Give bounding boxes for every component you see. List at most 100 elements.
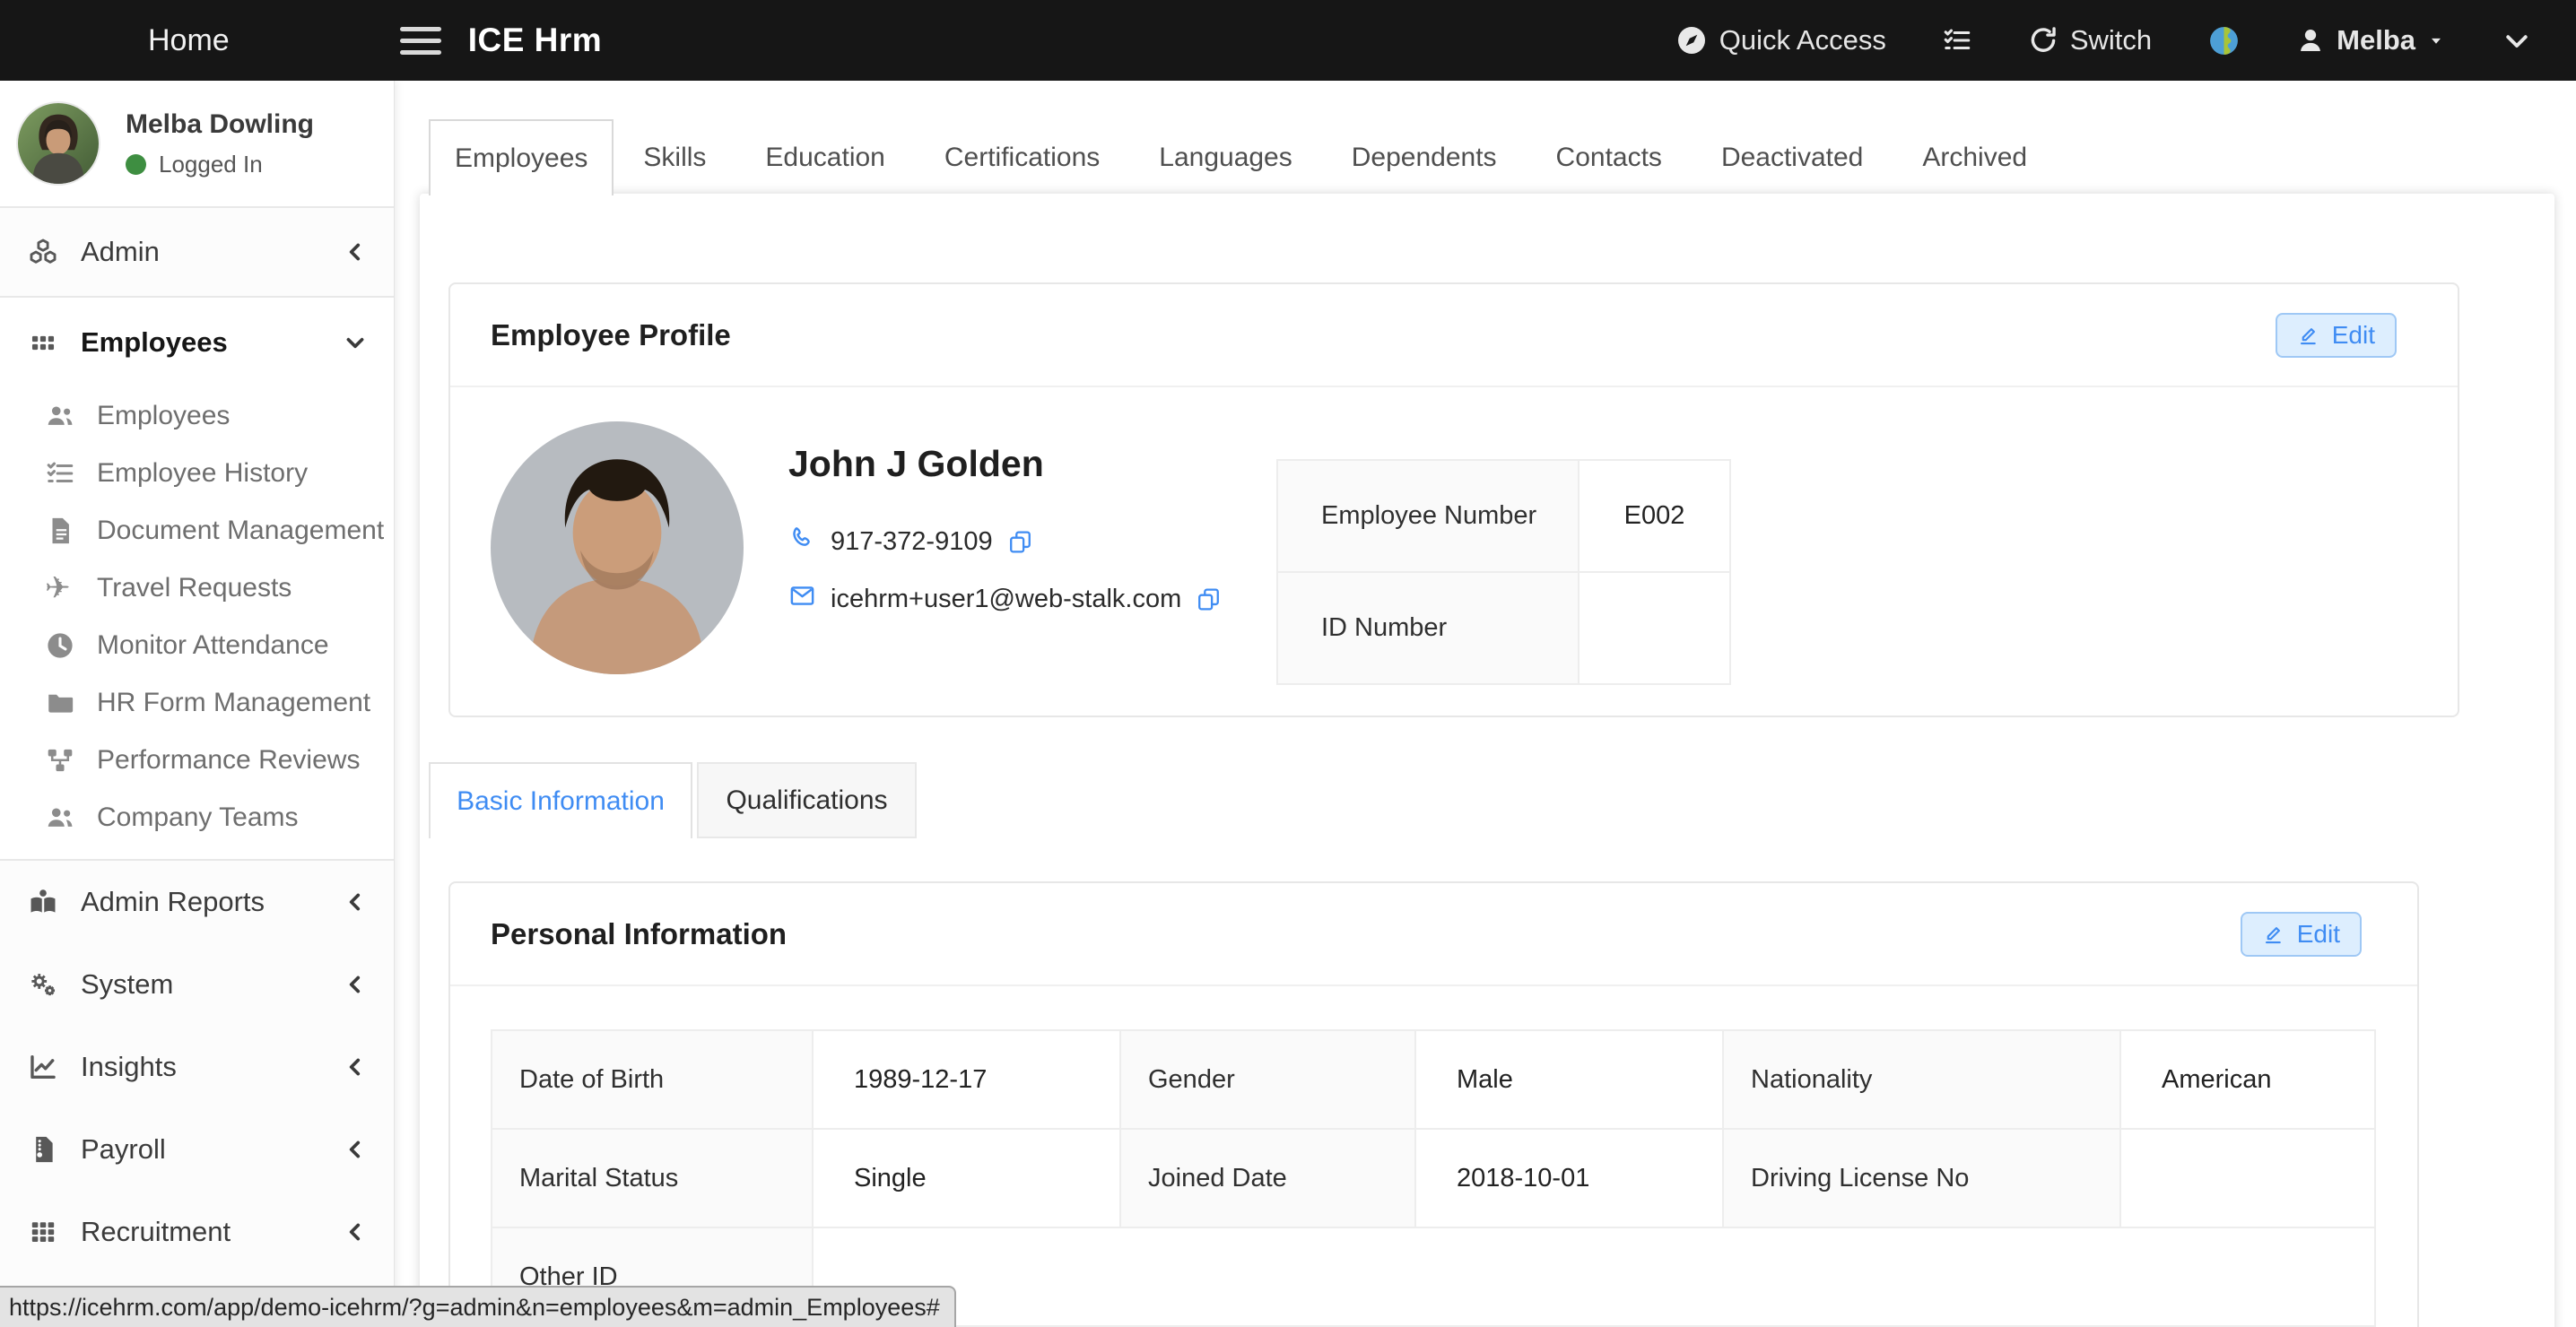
sidebar-item-employees[interactable]: Employees xyxy=(0,387,394,445)
list-check-icon xyxy=(1942,25,1972,56)
grid9-icon xyxy=(25,1217,61,1247)
user-menu[interactable]: Melba xyxy=(2296,24,2445,56)
field-label: Nationality xyxy=(1723,1030,2120,1129)
subtab-basic-information[interactable]: Basic Information xyxy=(429,762,692,838)
chevron-down-icon xyxy=(344,331,367,354)
sidebar-item-monitor-attendance[interactable]: Monitor Attendance xyxy=(0,617,394,674)
chart-line-icon xyxy=(25,1052,61,1082)
phone-row: 917-372-9109 xyxy=(788,525,1222,559)
sidebar-item-label: Employees xyxy=(97,401,230,431)
list-check-icon xyxy=(45,458,84,489)
field-label: Driving License No xyxy=(1723,1129,2120,1227)
field-label: Date of Birth xyxy=(492,1030,813,1129)
sidebar-item-label: Monitor Attendance xyxy=(97,630,329,661)
detail-subtabs: Basic Information Qualifications xyxy=(429,762,917,838)
copy-icon[interactable] xyxy=(1196,586,1222,612)
sidebar-group-system[interactable]: System xyxy=(0,943,394,1026)
field-label: ID Number xyxy=(1277,572,1579,684)
sidebar-item-employee-history[interactable]: Employee History xyxy=(0,445,394,502)
chevron-left-icon xyxy=(344,890,367,914)
sidebar: Melba Dowling Logged In Admin xyxy=(0,81,395,1327)
tab-archived[interactable]: Archived xyxy=(1893,119,2057,195)
sidebar-item-label: Employee History xyxy=(97,458,308,489)
chevron-down-icon xyxy=(2501,24,2533,56)
person-icon xyxy=(2296,26,2325,55)
logged-in-label: Logged In xyxy=(159,151,263,178)
tab-certifications[interactable]: Certifications xyxy=(915,119,1129,195)
sidebar-item-company-teams[interactable]: Company Teams xyxy=(0,789,394,846)
switch-label: Switch xyxy=(2070,24,2152,56)
logged-in-status-dot xyxy=(126,154,146,175)
sidebar-item-label: Company Teams xyxy=(97,802,299,833)
tab-skills[interactable]: Skills xyxy=(614,119,735,195)
user-label: Melba xyxy=(2337,24,2415,56)
rotate-icon xyxy=(2028,25,2058,56)
personal-information-title: Personal Information xyxy=(491,917,787,951)
edit-personal-information-button[interactable]: Edit xyxy=(2241,912,2362,957)
field-value xyxy=(813,1227,2375,1326)
tab-contacts[interactable]: Contacts xyxy=(1527,119,1692,195)
sidebar-group-insights[interactable]: Insights xyxy=(0,1026,394,1108)
personal-information-card: Personal Information Edit Date of Birth … xyxy=(448,881,2419,1327)
sidebar-item-travel-requests[interactable]: ✈ Travel Requests xyxy=(0,559,394,617)
table-row: Employee Number E002 xyxy=(1277,460,1730,572)
menu-icon[interactable] xyxy=(400,27,441,55)
table-row: Date of Birth 1989-12-17 Gender Male Nat… xyxy=(492,1030,2375,1129)
pen-icon xyxy=(2297,323,2321,347)
clock-icon xyxy=(45,630,84,661)
sidebar-group-employees-header[interactable]: Employees xyxy=(0,298,394,387)
field-label: Joined Date xyxy=(1120,1129,1415,1227)
sidebar-group-label: Admin xyxy=(81,236,160,268)
tab-languages[interactable]: Languages xyxy=(1129,119,1321,195)
topbar-actions: Quick Access Switch xyxy=(1675,24,2533,57)
document-icon xyxy=(45,516,84,546)
tab-dependents[interactable]: Dependents xyxy=(1322,119,1527,195)
tab-education[interactable]: Education xyxy=(735,119,914,195)
payroll-file-icon xyxy=(25,1134,61,1165)
personal-information-table: Date of Birth 1989-12-17 Gender Male Nat… xyxy=(491,1029,2376,1327)
employee-profile-title: Employee Profile xyxy=(491,318,731,352)
puzzle-icon xyxy=(2207,24,2241,57)
field-value: 1989-12-17 xyxy=(813,1030,1120,1129)
sidebar-group-admin-reports[interactable]: Admin Reports xyxy=(0,861,394,943)
edit-profile-button[interactable]: Edit xyxy=(2276,313,2397,358)
chevron-left-icon xyxy=(344,1220,367,1244)
field-value: 2018-10-01 xyxy=(1415,1129,1723,1227)
field-label: Gender xyxy=(1120,1030,1415,1129)
sidebar-group-label: Recruitment xyxy=(81,1216,231,1248)
sidebar-group-employees: Employees Employees Employee History Doc… xyxy=(0,296,394,861)
sidebar-group-admin[interactable]: Admin xyxy=(0,206,394,296)
employee-profile-card: Employee Profile Edit John J Golden xyxy=(448,282,2459,717)
sidebar-item-document-management[interactable]: Document Management xyxy=(0,502,394,559)
browser-status-url: https://icehrm.com/app/demo-icehrm/?g=ad… xyxy=(0,1286,956,1327)
quick-access-button[interactable]: Quick Access xyxy=(1675,24,1886,56)
topbar: Home ICE Hrm Quick Access Switch xyxy=(0,0,2576,81)
avatar xyxy=(16,101,100,186)
sidebar-user-card: Melba Dowling Logged In xyxy=(0,81,394,206)
home-link[interactable]: Home xyxy=(148,23,230,58)
tab-employees[interactable]: Employees xyxy=(429,119,614,195)
collapse-bar-button[interactable] xyxy=(2501,24,2533,56)
language-button[interactable] xyxy=(2207,24,2241,57)
employee-phone[interactable]: 917-372-9109 xyxy=(831,527,993,557)
field-value: E002 xyxy=(1579,460,1730,572)
field-value: Male xyxy=(1415,1030,1723,1129)
switch-button[interactable]: Switch xyxy=(2028,24,2152,56)
subtab-qualifications[interactable]: Qualifications xyxy=(697,762,917,838)
tasks-button[interactable] xyxy=(1942,25,1972,56)
tab-deactivated[interactable]: Deactivated xyxy=(1692,119,1893,195)
sidebar-group-recruitment[interactable]: Recruitment xyxy=(0,1191,394,1273)
field-value xyxy=(1579,572,1730,684)
diagram-icon xyxy=(45,745,84,776)
copy-icon[interactable] xyxy=(1007,529,1033,555)
book-reader-icon xyxy=(25,887,61,917)
sidebar-group-label: Payroll xyxy=(81,1133,166,1166)
employee-email[interactable]: icehrm+user1@web-stalk.com xyxy=(831,585,1181,614)
sidebar-item-hr-form-management[interactable]: HR Form Management xyxy=(0,674,394,732)
field-value xyxy=(2120,1129,2375,1227)
sidebar-group-payroll[interactable]: Payroll xyxy=(0,1108,394,1191)
compass-icon xyxy=(1675,24,1708,56)
sidebar-item-performance-reviews[interactable]: Performance Reviews xyxy=(0,732,394,789)
module-tabs: Employees Skills Education Certification… xyxy=(429,119,2057,195)
field-label: Employee Number xyxy=(1277,460,1579,572)
